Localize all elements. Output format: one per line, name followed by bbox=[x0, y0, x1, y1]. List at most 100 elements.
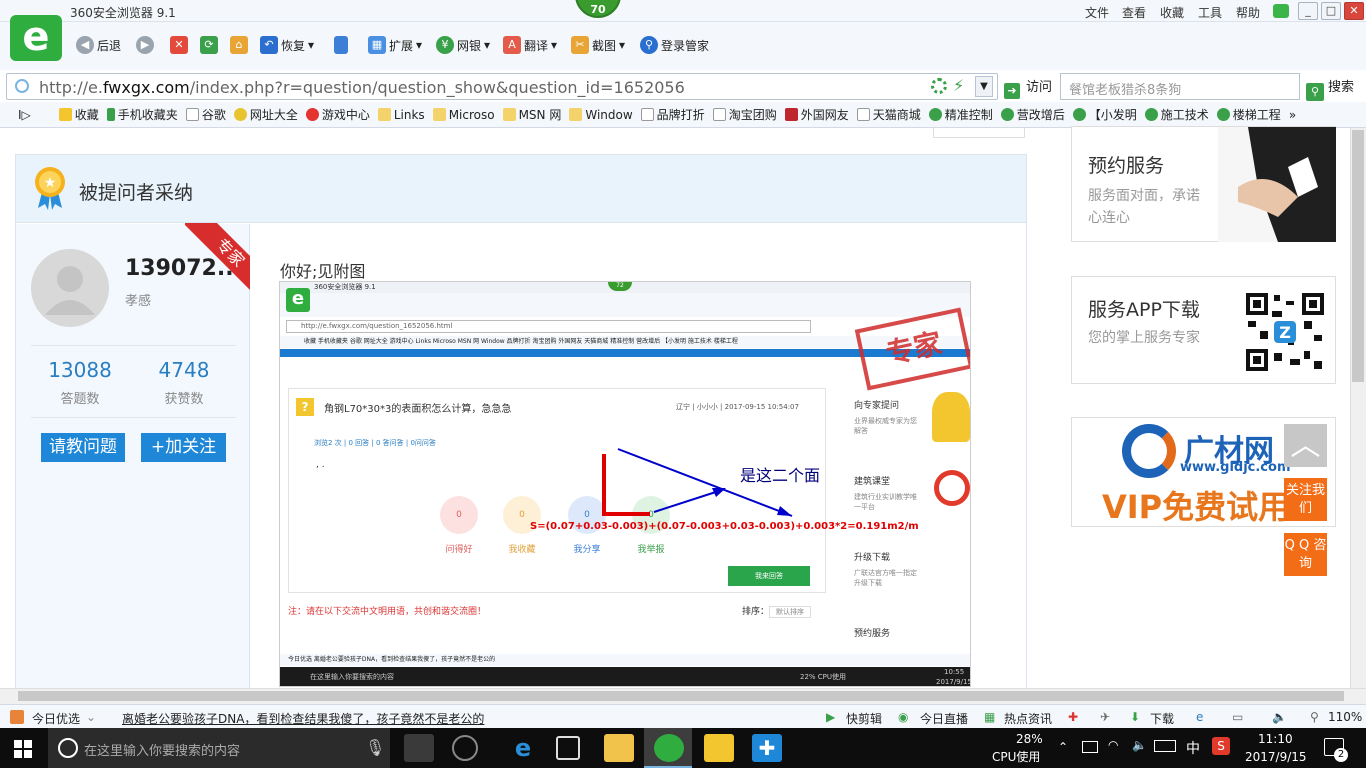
menu-favorites[interactable]: 收藏 bbox=[1160, 4, 1184, 21]
forward-arrow-icon[interactable]: ▶ bbox=[136, 36, 154, 54]
bookmark-item[interactable]: 品牌打折 bbox=[640, 106, 705, 123]
extensions-button[interactable]: ▦ 扩展 ▾ bbox=[368, 36, 422, 54]
zoom-level[interactable]: 110% bbox=[1328, 710, 1362, 724]
live-link[interactable]: 今日直播 bbox=[920, 710, 968, 727]
refresh-icon[interactable]: ⟳ bbox=[200, 36, 218, 54]
search-button[interactable]: ⚲ 搜索 bbox=[1306, 76, 1354, 101]
expert-ribbon: 专家 bbox=[185, 223, 250, 298]
wifi-icon[interactable]: ◠ bbox=[1108, 738, 1118, 752]
pin-icon[interactable]: ✈ bbox=[1100, 710, 1110, 724]
taskbar-app-icon[interactable] bbox=[404, 734, 434, 762]
chevron-up-icon[interactable]: ⌃ bbox=[1058, 740, 1068, 754]
headline-link[interactable]: 离婚老公要验孩子DNA，看到检查结果我傻了，孩子竟然不是老公的 bbox=[122, 710, 484, 727]
volume-icon[interactable]: 🔈 bbox=[1272, 710, 1287, 724]
360-browser-taskbar-icon[interactable] bbox=[654, 734, 684, 762]
booking-service-box[interactable]: 预约服务 服务面对面，承诺心连心 bbox=[1071, 126, 1336, 242]
screenshot-button[interactable]: ✂ 截图 ▾ bbox=[571, 36, 625, 54]
ime-indicator[interactable]: 中 bbox=[1186, 738, 1200, 758]
bookmark-item[interactable]: 天猫商城 bbox=[856, 106, 921, 123]
menu-view[interactable]: 查看 bbox=[1122, 4, 1146, 21]
hot-news-link[interactable]: 热点资讯 bbox=[1004, 710, 1052, 727]
microphone-icon[interactable]: 🎙 bbox=[365, 738, 385, 757]
windows-start-icon[interactable] bbox=[14, 740, 32, 758]
ad-url: www.gldjc.com bbox=[1180, 460, 1291, 475]
quick-clip-link[interactable]: 快剪辑 bbox=[846, 710, 882, 727]
partial-box bbox=[933, 128, 1025, 138]
edge-icon[interactable]: e bbox=[508, 734, 538, 762]
login-manager-button[interactable]: ⚲ 登录管家 bbox=[640, 36, 709, 54]
bookmark-item[interactable]: 淘宝团购 bbox=[712, 106, 777, 123]
plus-app-icon[interactable]: ✚ bbox=[752, 734, 782, 762]
security-shield-icon[interactable] bbox=[931, 78, 947, 94]
bookmark-item[interactable]: 收藏 bbox=[58, 106, 99, 123]
home-icon[interactable]: ⌂ bbox=[230, 36, 248, 54]
bookmark-item[interactable]: 营改增后 bbox=[1000, 106, 1065, 123]
phone-icon[interactable] bbox=[334, 36, 348, 54]
skin-shirt-icon[interactable] bbox=[1273, 4, 1289, 18]
bookmark-item[interactable]: Microso bbox=[432, 108, 495, 122]
download-link[interactable]: 下载 bbox=[1150, 710, 1174, 727]
window-icon[interactable]: ▭ bbox=[1232, 710, 1243, 724]
embedded-statusbar: 今日优选 离婚老公要验孩子DNA，看到检查结果我傻了，孩子竟然不是老公的 bbox=[280, 654, 970, 666]
maximize-button[interactable]: □ bbox=[1321, 2, 1341, 20]
visit-button[interactable]: ➜ 访问 bbox=[1004, 76, 1052, 99]
bookmark-item[interactable]: 外国网友 bbox=[784, 106, 849, 123]
arrow-head-1 bbox=[777, 506, 792, 516]
minimize-button[interactable]: _ bbox=[1298, 2, 1318, 20]
vertical-scroll-thumb[interactable] bbox=[1352, 130, 1364, 382]
keyboard-icon[interactable] bbox=[1154, 740, 1176, 752]
clock-date[interactable]: 2017/9/15 bbox=[1245, 750, 1307, 764]
speaker-icon[interactable]: 🔈 bbox=[1132, 738, 1147, 752]
follow-button[interactable]: +加关注 bbox=[141, 433, 226, 462]
cortana-icon[interactable] bbox=[58, 738, 78, 758]
close-button[interactable]: ✕ bbox=[1344, 2, 1364, 20]
bookmark-item[interactable]: 施工技术 bbox=[1144, 106, 1209, 123]
address-dropdown-icon[interactable]: ▼ bbox=[975, 76, 993, 97]
bookmark-item[interactable]: 精准控制 bbox=[928, 106, 993, 123]
sogou-icon[interactable]: S bbox=[1212, 737, 1230, 755]
ie-icon[interactable]: e bbox=[1196, 710, 1203, 724]
bookmark-item[interactable]: MSN 网 bbox=[502, 106, 561, 123]
restore-button[interactable]: ↶ 恢复 ▾ bbox=[260, 36, 314, 54]
chevron-down-icon[interactable]: ⌄ bbox=[86, 710, 96, 724]
bookmark-item[interactable]: Window bbox=[569, 108, 633, 122]
bookmark-item[interactable]: 【小发明 bbox=[1072, 106, 1137, 123]
back-to-top-button[interactable]: ︿ bbox=[1284, 424, 1327, 467]
bookmark-item[interactable]: 谷歌 bbox=[185, 106, 226, 123]
bookmark-item[interactable]: 楼梯工程 bbox=[1216, 106, 1281, 123]
more-bookmarks-icon[interactable]: » bbox=[1289, 108, 1296, 122]
sidebar-toggle-icon[interactable]: I▷ bbox=[18, 108, 31, 122]
browser-logo-icon[interactable]: e bbox=[10, 15, 62, 61]
bookmark-item[interactable]: 手机收藏夹 bbox=[106, 106, 178, 123]
netbank-button[interactable]: ¥ 网银 ▾ bbox=[436, 36, 490, 54]
translate-button[interactable]: A 翻译 ▾ bbox=[503, 36, 557, 54]
taskbar-browser-icon[interactable] bbox=[452, 735, 478, 761]
menu-file[interactable]: 文件 bbox=[1085, 4, 1109, 21]
medical-icon[interactable]: ✚ bbox=[1068, 710, 1078, 724]
app-download-box[interactable]: 服务APP下载 您的掌上服务专家 Z bbox=[1071, 276, 1336, 384]
menu-help[interactable]: 帮助 bbox=[1236, 4, 1260, 21]
taskbar-search-input[interactable]: 在这里输入你要搜索的内容 bbox=[48, 728, 390, 768]
clock-time[interactable]: 11:10 bbox=[1258, 732, 1293, 746]
file-explorer-icon[interactable] bbox=[604, 734, 634, 762]
menu-tools[interactable]: 工具 bbox=[1198, 4, 1222, 21]
qq-consult-button[interactable]: Q Q 咨询 bbox=[1284, 533, 1327, 576]
url-text: http://e.fwxgx.com/index.php?r=question/… bbox=[39, 78, 685, 97]
bookmark-item[interactable]: 游戏中心 bbox=[305, 106, 370, 123]
address-bar[interactable]: http://e.fwxgx.com/index.php?r=question/… bbox=[6, 73, 998, 100]
horizontal-scroll-thumb[interactable] bbox=[18, 691, 1344, 701]
ask-question-button[interactable]: 请教问题 bbox=[41, 433, 125, 462]
search-input[interactable]: 餐馆老板猎杀8条狗 bbox=[1060, 73, 1300, 100]
battery-icon[interactable] bbox=[1082, 741, 1098, 753]
today-picks-link[interactable]: 今日优选 bbox=[32, 710, 80, 727]
follow-us-button[interactable]: 关注我们 bbox=[1284, 478, 1327, 521]
stop-icon[interactable]: ✕ bbox=[170, 36, 188, 54]
attached-screenshot[interactable]: 360安全浏览器 9.1 72 e http://e.fwxgx.com/que… bbox=[279, 281, 971, 687]
bookmark-item[interactable]: Links bbox=[377, 108, 425, 122]
store-icon[interactable] bbox=[556, 736, 580, 760]
avatar[interactable] bbox=[31, 249, 109, 327]
bookmark-item[interactable]: 网址大全 bbox=[233, 106, 298, 123]
back-button[interactable]: ◀ 后退 bbox=[76, 36, 121, 54]
speed-mode-icon[interactable]: ⚡ bbox=[953, 76, 964, 95]
notepad-icon[interactable] bbox=[704, 734, 734, 762]
